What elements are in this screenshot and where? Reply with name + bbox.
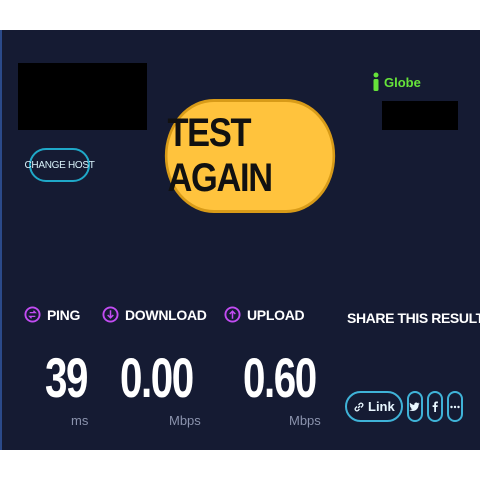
upload-label: UPLOAD bbox=[247, 306, 305, 323]
ping-value: 39 bbox=[45, 346, 88, 409]
facebook-icon bbox=[432, 401, 438, 412]
upload-value: 0.60 bbox=[243, 346, 317, 409]
upload-icon bbox=[224, 306, 241, 323]
redacted-isp-info bbox=[382, 101, 458, 130]
share-link-button[interactable]: Link bbox=[345, 391, 403, 422]
share-more-button[interactable] bbox=[446, 391, 463, 422]
ping-label: PING bbox=[47, 306, 81, 323]
download-icon bbox=[102, 306, 119, 323]
upload-unit: Mbps bbox=[289, 413, 321, 428]
test-again-label: TEST AGAIN bbox=[167, 111, 273, 200]
change-host-button[interactable]: CHANGE HOST bbox=[24, 148, 95, 182]
left-edge-line bbox=[0, 30, 2, 450]
share-title: SHARE THIS RESULT bbox=[347, 310, 480, 326]
download-label: DOWNLOAD bbox=[125, 306, 207, 323]
ping-unit: ms bbox=[71, 413, 89, 428]
isp-block: Globe bbox=[372, 72, 421, 92]
redacted-server-info bbox=[18, 63, 147, 130]
share-link-label: Link bbox=[368, 399, 395, 414]
change-host-label: CHANGE HOST bbox=[24, 159, 95, 171]
isp-person-icon bbox=[373, 72, 379, 91]
download-header: DOWNLOAD bbox=[102, 306, 207, 323]
ping-icon bbox=[24, 306, 41, 323]
share-facebook-button[interactable] bbox=[426, 391, 443, 422]
bottom-margin bbox=[0, 450, 480, 480]
upload-header: UPLOAD bbox=[224, 306, 305, 323]
twitter-icon bbox=[409, 402, 420, 411]
test-again-button[interactable]: TEST AGAIN bbox=[164, 99, 336, 213]
more-icon bbox=[450, 405, 460, 408]
isp-name: Globe bbox=[384, 74, 421, 90]
link-icon bbox=[354, 402, 364, 411]
top-margin bbox=[0, 0, 480, 30]
ping-header: PING bbox=[24, 306, 80, 323]
share-twitter-button[interactable] bbox=[406, 391, 423, 422]
download-value: 0.00 bbox=[120, 346, 194, 409]
share-row: Link bbox=[345, 391, 463, 422]
download-unit: Mbps bbox=[169, 413, 201, 428]
